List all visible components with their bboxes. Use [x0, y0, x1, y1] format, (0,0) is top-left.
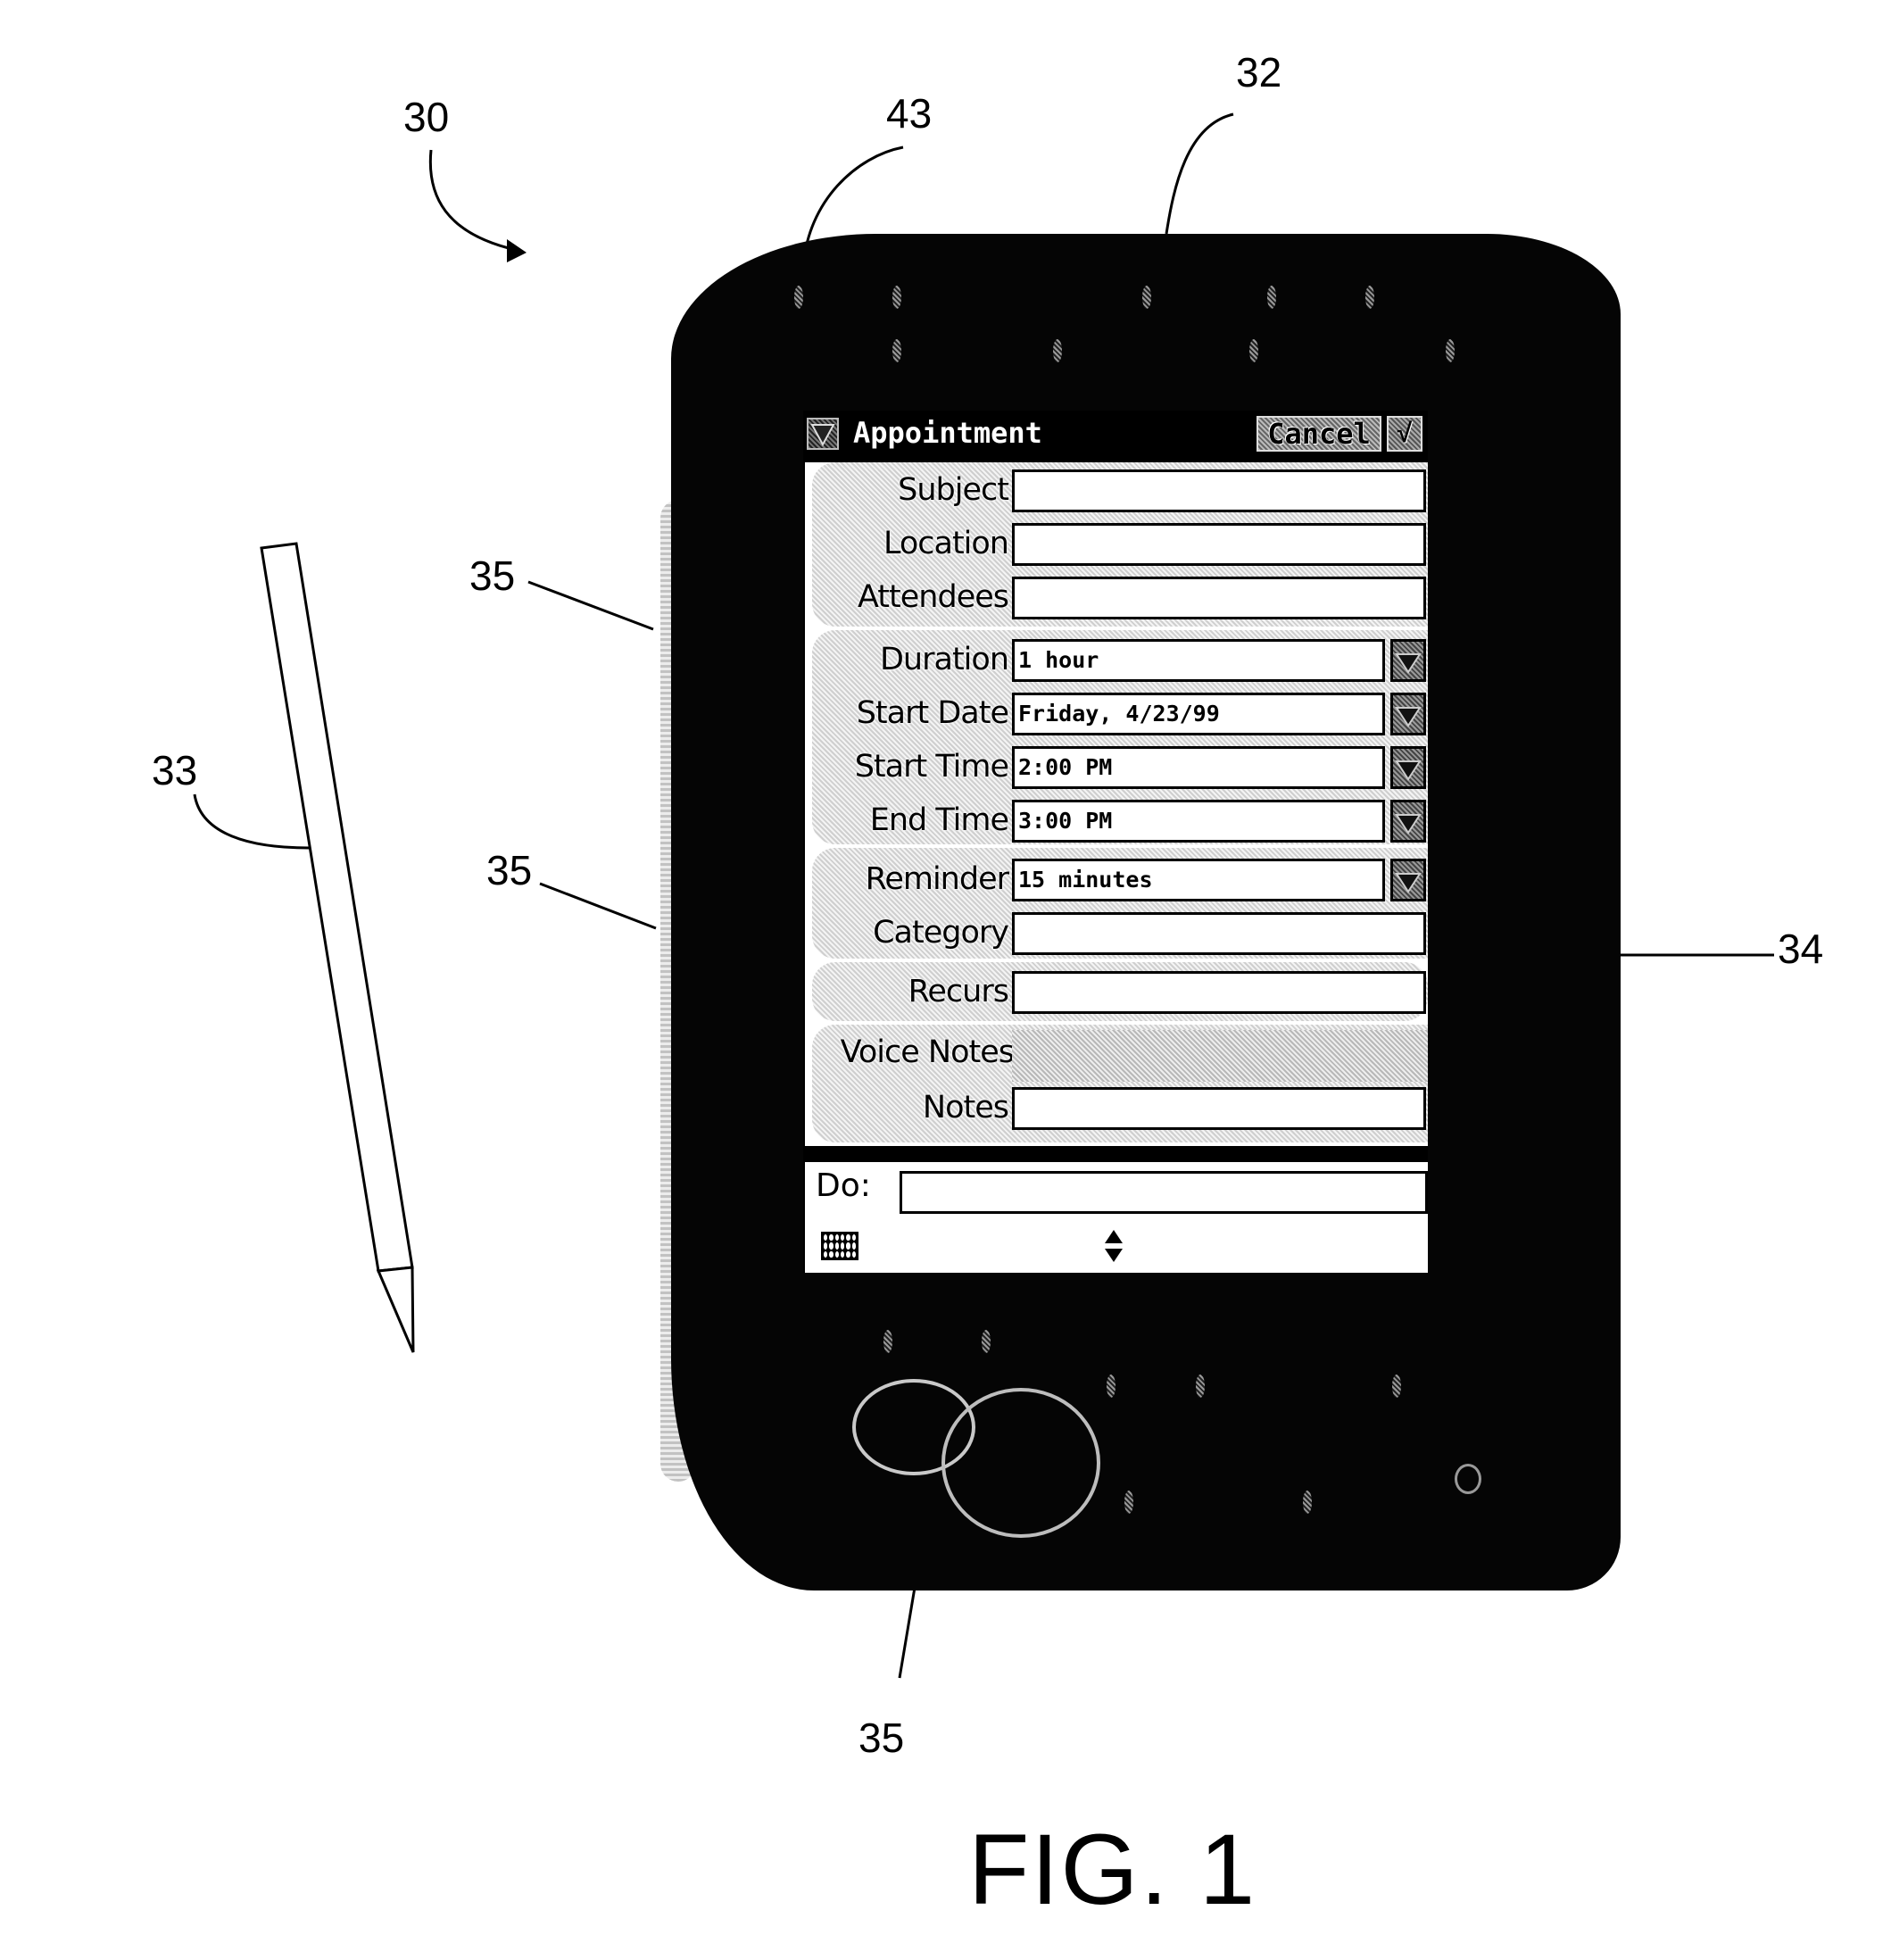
housing-texture: [1446, 339, 1455, 362]
housing-texture: [794, 286, 803, 309]
leader-35-lower: [539, 882, 657, 930]
field-label: Attendees: [857, 579, 1009, 615]
form-row-subject: Subject: [805, 468, 1428, 518]
leader-35-upper: [527, 580, 654, 631]
voice-notes-area[interactable]: [1012, 1030, 1428, 1082]
field-label: Subject: [898, 472, 1009, 508]
housing-texture: [1392, 1374, 1401, 1398]
housing-texture: [1142, 286, 1151, 309]
start-date-select[interactable]: Friday, 4/23/99: [1012, 693, 1385, 735]
form-row-recurs: Recurs: [805, 969, 1428, 1019]
housing-texture: [892, 286, 901, 309]
up-down-arrows-icon[interactable]: [1103, 1228, 1124, 1264]
chevron-down-icon[interactable]: [1390, 639, 1426, 682]
ok-checkmark-button[interactable]: √: [1387, 416, 1422, 452]
screen-title: Appointment: [853, 416, 1042, 450]
field-label: Voice Notes: [840, 1034, 1015, 1070]
do-command-input[interactable]: [900, 1171, 1428, 1214]
end-time-select[interactable]: 3:00 PM: [1012, 800, 1385, 843]
chevron-down-icon[interactable]: [1390, 746, 1426, 789]
ref-numeral-button-front: 35: [858, 1715, 905, 1761]
field-label: Recurs: [908, 974, 1009, 1009]
chevron-down-icon[interactable]: [1390, 800, 1426, 843]
field-label: Duration: [879, 642, 1009, 677]
form-row-location: Location: [805, 521, 1428, 571]
housing-texture: [1249, 339, 1258, 362]
device-screen: Appointment Cancel √ Subject Location At…: [803, 411, 1428, 1273]
figure-caption: FIG. 1: [968, 1814, 1257, 1925]
ref-numeral-housing-edge: 43: [886, 90, 933, 137]
nav-button-center[interactable]: [941, 1388, 1100, 1538]
field-label: End Time: [869, 802, 1009, 838]
form-row-start-time: Start Time 2:00 PM: [805, 744, 1428, 794]
field-label: Location: [883, 526, 1009, 561]
recurs-input[interactable]: [1012, 971, 1426, 1014]
housing-texture: [1107, 1374, 1116, 1398]
form-row-notes: Notes: [805, 1085, 1428, 1135]
do-label: Do:: [816, 1167, 871, 1204]
subject-input[interactable]: [1012, 469, 1426, 512]
leader-32: [1165, 112, 1234, 235]
appointment-form: Subject Location Attendees Duration 1 ho…: [805, 462, 1428, 1146]
keyboard-icon[interactable]: [821, 1232, 858, 1260]
ref-numeral-button-upper: 35: [469, 552, 516, 599]
housing-texture: [1365, 286, 1374, 309]
location-input[interactable]: [1012, 523, 1426, 566]
reminder-select[interactable]: 15 minutes: [1012, 859, 1385, 901]
field-label: Reminder: [865, 861, 1009, 897]
field-label: Start Time: [854, 749, 1009, 785]
field-label: Category: [873, 915, 1009, 951]
chevron-down-icon[interactable]: [1390, 693, 1426, 735]
form-row-voice-notes: Voice Notes: [805, 1030, 1428, 1082]
stylus-drawing: [260, 542, 415, 1353]
arrow-head-30: [507, 239, 527, 262]
housing-texture: [892, 339, 901, 362]
field-label: Notes: [922, 1090, 1009, 1125]
ref-numeral-device: 30: [403, 94, 450, 140]
notes-input[interactable]: [1012, 1087, 1426, 1130]
ref-numeral-display: 34: [1778, 926, 1824, 972]
cancel-button[interactable]: Cancel: [1257, 416, 1381, 452]
housing-texture: [982, 1330, 991, 1353]
housing-texture: [1124, 1491, 1133, 1514]
category-input[interactable]: [1012, 912, 1426, 955]
leader-33: [193, 793, 310, 850]
housing-texture: [1053, 339, 1062, 362]
start-time-select[interactable]: 2:00 PM: [1012, 746, 1385, 789]
form-row-end-time: End Time 3:00 PM: [805, 798, 1428, 848]
ref-numeral-housing: 32: [1236, 49, 1282, 96]
form-row-duration: Duration 1 hour: [805, 637, 1428, 687]
form-row-start-date: Start Date Friday, 4/23/99: [805, 691, 1428, 741]
duration-select[interactable]: 1 hour: [1012, 639, 1385, 682]
housing-texture: [1267, 286, 1276, 309]
attendees-input[interactable]: [1012, 577, 1426, 619]
title-bar: Appointment Cancel √: [803, 411, 1428, 457]
form-row-reminder: Reminder 15 minutes: [805, 857, 1428, 907]
ref-numeral-stylus: 33: [152, 747, 198, 793]
form-row-category: Category: [805, 910, 1428, 960]
housing-texture: [1196, 1374, 1205, 1398]
field-label: Start Date: [856, 695, 1009, 731]
housing-texture: [1303, 1491, 1312, 1514]
form-row-attendees: Attendees: [805, 575, 1428, 625]
leader-30-arrow: [428, 149, 517, 252]
power-button[interactable]: [1455, 1464, 1481, 1494]
chevron-down-icon[interactable]: [1390, 859, 1426, 901]
housing-texture: [883, 1330, 892, 1353]
dropdown-triangle-icon[interactable]: [807, 418, 839, 450]
ref-numeral-button-lower: 35: [486, 847, 533, 893]
command-bar: Do:: [805, 1162, 1428, 1273]
